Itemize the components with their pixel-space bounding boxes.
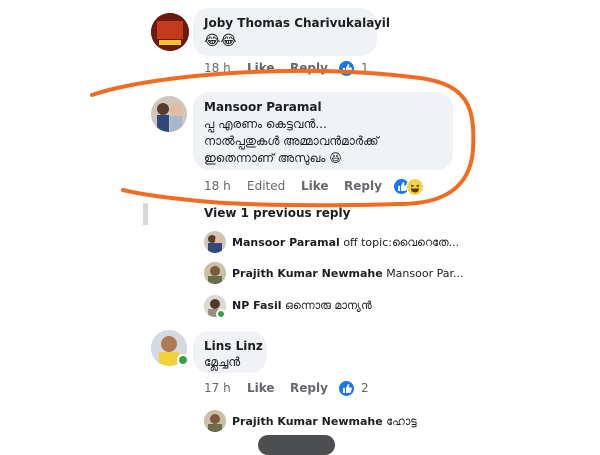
reply-preview[interactable]: Prajith Kumar Newmahe Mansoor Par... bbox=[232, 267, 463, 280]
reply-preview[interactable]: Mansoor Paramal off topic:വൈറെതേ... bbox=[232, 236, 459, 250]
scroll-indicator bbox=[143, 203, 148, 225]
like-reaction-icon[interactable] bbox=[339, 381, 354, 396]
reply-author[interactable]: NP Fasil bbox=[232, 299, 281, 312]
comment-author[interactable]: Lins Linz bbox=[204, 339, 263, 353]
reply-snippet: Mansoor Par... bbox=[386, 267, 464, 280]
comment-meta: 17 h Like Reply 2 bbox=[204, 381, 404, 397]
comment-text: മ്ലേച്ചൻ bbox=[204, 355, 241, 369]
online-status-dot bbox=[216, 309, 226, 319]
reply-author[interactable]: Mansoor Paramal bbox=[232, 236, 340, 249]
comment-time[interactable]: 17 h bbox=[204, 381, 231, 395]
reply-snippet: off topic:വൈറെതേ... bbox=[343, 236, 460, 249]
avatar[interactable] bbox=[204, 410, 226, 432]
like-button[interactable]: Like bbox=[247, 381, 275, 395]
avatar[interactable] bbox=[204, 231, 226, 253]
reply-author[interactable]: Prajith Kumar Newmahe bbox=[232, 415, 383, 428]
reply-snippet: ഒന്നൊരു മാന്യൻ bbox=[284, 299, 372, 312]
reply-preview[interactable]: Prajith Kumar Newmahe ഹോട്ട bbox=[232, 415, 417, 429]
reply-button[interactable]: Reply bbox=[290, 381, 328, 395]
reply-author[interactable]: Prajith Kumar Newmahe bbox=[232, 267, 383, 280]
online-status-dot bbox=[177, 354, 189, 366]
avatar[interactable] bbox=[204, 262, 226, 284]
view-previous-replies[interactable]: View 1 previous reply bbox=[204, 206, 350, 220]
reaction-count[interactable]: 2 bbox=[361, 381, 369, 395]
new-comments-pill[interactable] bbox=[258, 435, 335, 455]
reply-snippet: ഹോട്ട bbox=[386, 415, 417, 428]
reply-preview[interactable]: NP Fasil ഒന്നൊരു മാന്യൻ bbox=[232, 299, 372, 313]
